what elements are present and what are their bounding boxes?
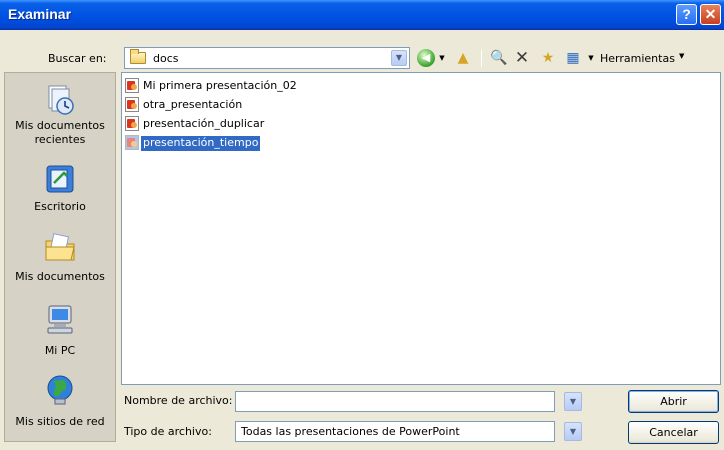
toolbar-separator <box>481 50 482 67</box>
place-recent-documents[interactable]: Mis documentos recientes <box>5 79 115 159</box>
open-file-dialog: Examinar ? ✕ Buscar en: docs ▼ ◀ ▼ ▲ 🔍 ✕… <box>0 0 724 450</box>
place-my-documents[interactable]: Mis documentos <box>5 231 115 291</box>
my-computer-icon <box>47 305 73 334</box>
look-in-value: docs <box>153 52 179 65</box>
open-button[interactable]: Abrir <box>628 390 719 413</box>
places-bar: Mis documentos recientes Escritorio Mis … <box>4 72 116 442</box>
filetype-value: Todas las presentaciones de PowerPoint <box>241 425 460 438</box>
chevron-down-icon[interactable]: ▼ <box>564 392 582 411</box>
powerpoint-file-icon <box>125 116 139 131</box>
tools-dropdown-icon[interactable]: ▼ <box>679 52 684 60</box>
cancel-button[interactable]: Cancelar <box>628 421 719 444</box>
folder-icon <box>130 49 146 64</box>
look-in-combo[interactable]: docs ▼ <box>124 47 410 69</box>
close-button[interactable]: ✕ <box>700 4 721 25</box>
place-label: Escritorio <box>34 200 86 213</box>
powerpoint-file-icon <box>125 78 139 93</box>
place-my-computer[interactable]: Mi PC <box>5 302 115 364</box>
desktop-icon <box>46 165 74 193</box>
file-name: presentación_duplicar <box>143 117 265 130</box>
place-desktop[interactable]: Escritorio <box>5 163 115 223</box>
place-network[interactable]: Mis sitios de red <box>5 373 115 437</box>
file-name: presentación_tiempo <box>141 136 261 151</box>
recent-documents-icon <box>48 85 74 115</box>
my-documents-icon <box>45 233 75 261</box>
look-in-label: Buscar en: <box>48 52 107 65</box>
chevron-down-icon[interactable]: ▼ <box>564 422 582 441</box>
tools-menu[interactable]: Herramientas <box>600 52 675 65</box>
views-icon[interactable]: ▦ <box>562 48 584 68</box>
back-dropdown-icon[interactable]: ▼ <box>437 48 447 68</box>
place-label: Mis sitios de red <box>15 415 105 428</box>
views-dropdown-icon[interactable]: ▼ <box>586 48 596 68</box>
file-name: Mi primera presentación_02 <box>143 79 297 92</box>
place-label: Mi PC <box>44 344 76 357</box>
network-places-icon <box>47 375 73 405</box>
chevron-down-icon[interactable]: ▼ <box>391 50 407 66</box>
file-name: otra_presentación <box>143 98 243 111</box>
file-list[interactable]: Mi primera presentación_02 otra_presenta… <box>121 72 721 385</box>
up-folder-icon[interactable]: ▲ <box>452 48 474 68</box>
filename-input[interactable] <box>235 391 555 412</box>
delete-icon[interactable]: ✕ <box>512 48 532 68</box>
new-folder-icon[interactable]: ★ <box>537 48 559 68</box>
powerpoint-file-icon <box>125 97 139 112</box>
powerpoint-file-icon <box>125 135 139 150</box>
search-web-icon[interactable]: 🔍 <box>488 48 510 68</box>
filetype-label: Tipo de archivo: <box>124 425 212 438</box>
place-label: Mis documentos <box>15 270 105 283</box>
dialog-title: Examinar <box>8 6 72 22</box>
back-icon[interactable]: ◀ <box>417 49 435 67</box>
filename-label: Nombre de archivo: <box>124 394 233 407</box>
filetype-select[interactable]: Todas las presentaciones de PowerPoint <box>235 421 555 442</box>
place-label: Mis documentos recientes <box>15 119 105 146</box>
help-button[interactable]: ? <box>676 4 697 25</box>
title-bar: Examinar ? ✕ <box>0 0 724 30</box>
